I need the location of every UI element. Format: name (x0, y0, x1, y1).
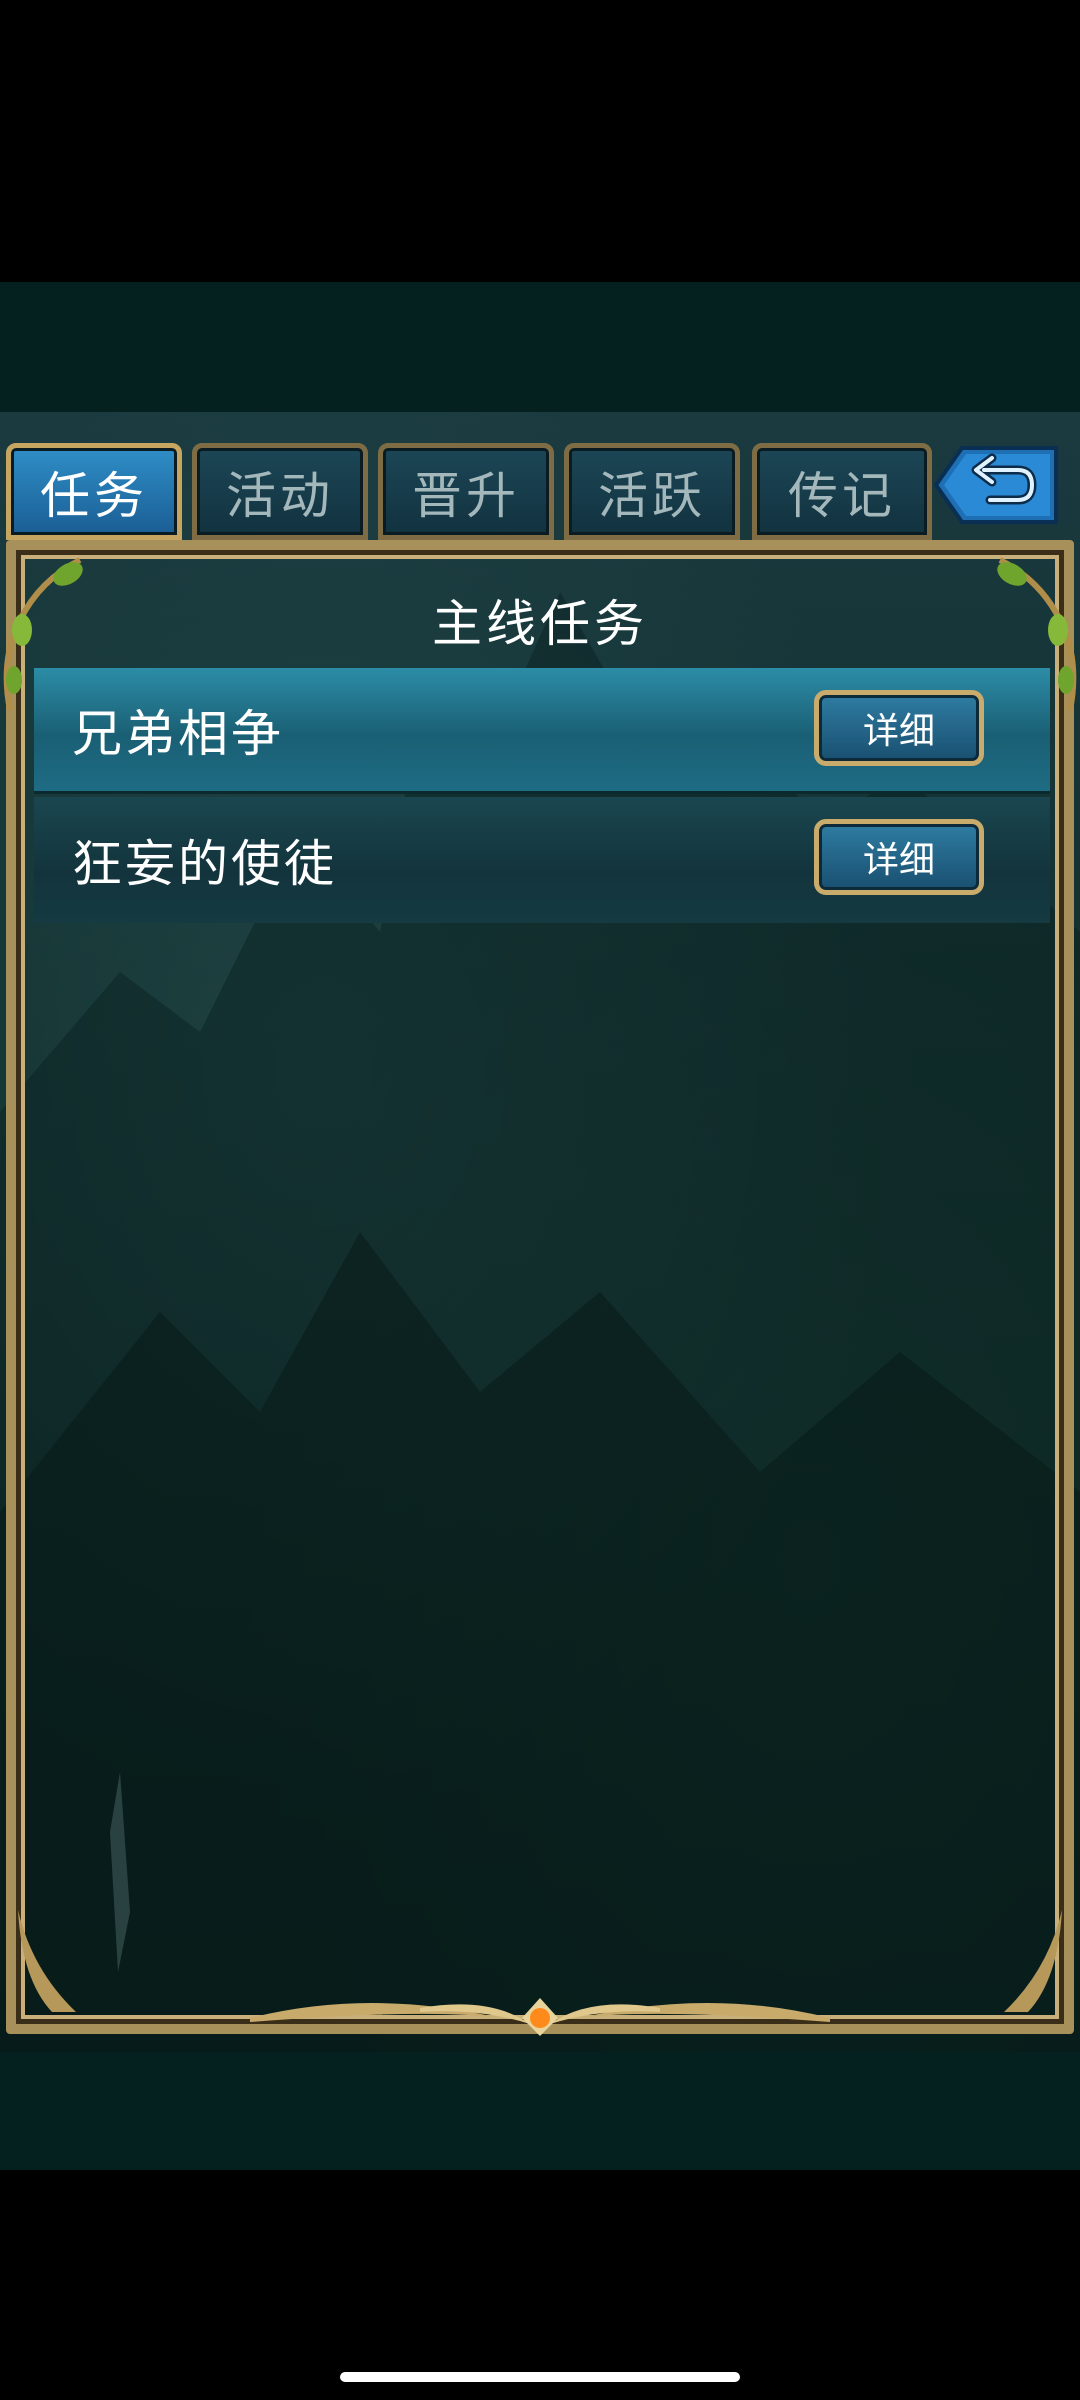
tab-promotion[interactable]: 晋升 (378, 443, 554, 540)
tab-active[interactable]: 活跃 (564, 443, 740, 540)
quest-row[interactable]: 兄弟相争 详细 (34, 668, 1050, 794)
tab-label: 任务 (40, 466, 148, 525)
corner-flourish-left-icon (18, 1910, 76, 2012)
home-indicator[interactable] (340, 2372, 740, 2382)
tab-label: 传记 (788, 466, 896, 525)
tab-label: 活动 (226, 466, 334, 525)
tab-label: 晋升 (412, 466, 520, 525)
quest-row[interactable]: 狂妄的使徒 详细 (34, 797, 1050, 923)
corner-flourish-right-icon (1004, 1910, 1062, 2012)
tab-biography[interactable]: 传记 (752, 443, 932, 540)
tab-task[interactable]: 任务 (6, 443, 182, 540)
quest-name: 兄弟相争 (72, 704, 284, 763)
detail-button[interactable]: 详细 (814, 819, 984, 895)
tab-label: 活跃 (598, 466, 706, 525)
bottom-ornament-icon (250, 1998, 830, 2036)
panel-title: 主线任务 (432, 595, 648, 653)
screen: 任务 活动 晋升 活跃 传记 主线任务 兄弟相争 详细 狂妄的使徒 详细 (0, 0, 1080, 2400)
tab-activity[interactable]: 活动 (192, 443, 368, 540)
detail-button[interactable]: 详细 (814, 690, 984, 766)
back-button[interactable] (932, 440, 1064, 530)
quest-name: 狂妄的使徒 (72, 835, 337, 893)
back-arrow-icon (933, 446, 1058, 524)
